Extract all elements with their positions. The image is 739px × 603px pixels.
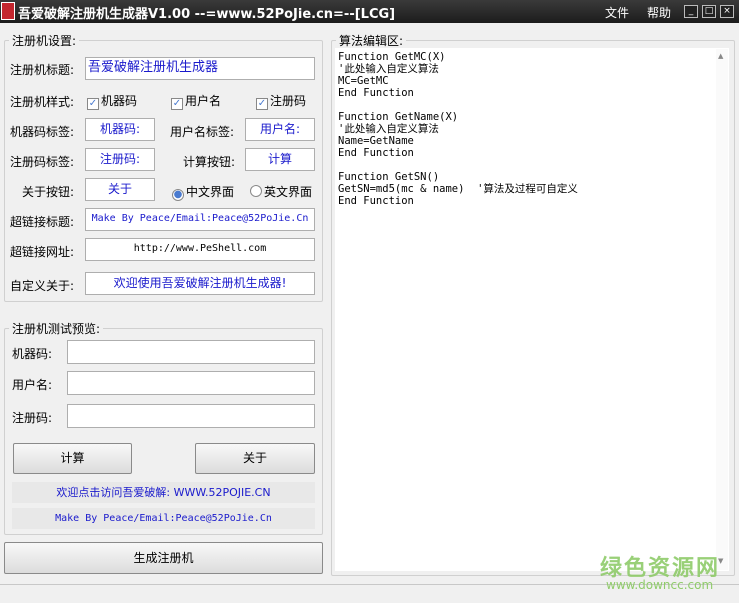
link-url-input[interactable]: http://www.PeShell.com (85, 238, 315, 261)
radio-icon (250, 185, 262, 197)
maximize-button[interactable]: □ (702, 5, 716, 18)
name-tag-label: 用户名标签: (170, 125, 235, 139)
app-icon (1, 2, 15, 20)
preview-mc-input[interactable] (67, 340, 315, 364)
preview-legend: 注册机测试预览: (9, 320, 104, 337)
checkbox-serial[interactable]: ✓ 注册码 (256, 92, 306, 110)
preview-link[interactable]: 欢迎点击访问吾爱破解: WWW.52POJIE.CN (12, 482, 315, 503)
checkbox-username[interactable]: ✓ 用户名 (171, 92, 221, 110)
radio-label: 英文界面 (264, 185, 313, 199)
radio-label: 中文界面 (186, 185, 235, 199)
checkbox-label: 注册码 (270, 94, 307, 108)
about-custom-input[interactable]: 欢迎使用吾爱破解注册机生成器! (85, 272, 315, 295)
close-button[interactable]: × (720, 5, 734, 18)
preview-name-input[interactable] (67, 371, 315, 395)
preview-calc-button[interactable]: 计算 (13, 443, 132, 474)
checkbox-label: 用户名 (185, 94, 222, 108)
link-url-label: 超链接网址: (10, 245, 75, 259)
about-button-text-input[interactable]: 关于 (85, 178, 155, 201)
menu-help[interactable]: 帮助 (647, 4, 671, 21)
checkbox-machine-code[interactable]: ✓ 机器码 (87, 92, 137, 110)
about-custom-label: 自定义关于: (10, 279, 75, 293)
editor-legend: 算法编辑区: (336, 32, 407, 49)
sn-tag-label: 注册码标签: (10, 155, 75, 169)
title-input[interactable]: 吾爱破解注册机生成器 (85, 57, 315, 80)
radio-selected-icon: ● (172, 189, 184, 201)
code-editor[interactable]: Function GetMC(X) '此处输入自定义算法 MC=GetMC En… (335, 48, 729, 571)
checkbox-label: 机器码 (101, 94, 138, 108)
name-tag-input[interactable]: 用户名: (245, 118, 315, 141)
window-title: 吾爱破解注册机生成器V1.00 --=www.52PoJie.cn=--[LCG… (18, 7, 396, 22)
preview-credit: Make By Peace/Email:Peace@52PoJie.Cn (12, 508, 315, 529)
calc-button-text-input[interactable]: 计算 (245, 148, 315, 171)
sn-tag-input[interactable]: 注册码: (85, 148, 155, 171)
scroll-up-icon[interactable]: ▲ (718, 52, 723, 60)
link-title-label: 超链接标题: (10, 215, 75, 229)
link-title-input[interactable]: Make By Peace/Email:Peace@52PoJie.Cn (85, 208, 315, 231)
check-icon: ✓ (171, 98, 183, 110)
mc-tag-input[interactable]: 机器码: (85, 118, 155, 141)
mc-tag-label: 机器码标签: (10, 125, 75, 139)
title-bar: 吾爱破解注册机生成器V1.00 --=www.52PoJie.cn=--[LCG… (0, 0, 739, 23)
style-label: 注册机样式: (10, 95, 75, 109)
preview-sn-input[interactable] (67, 404, 315, 428)
radio-chinese-ui[interactable]: ● 中文界面 (172, 183, 234, 201)
editor-scrollbar[interactable]: ▲ ▼ (716, 49, 728, 570)
generate-button[interactable]: 生成注册机 (4, 542, 323, 574)
check-icon: ✓ (256, 98, 268, 110)
preview-about-button[interactable]: 关于 (195, 443, 315, 474)
preview-mc-label: 机器码: (12, 347, 53, 361)
minimize-button[interactable]: _ (684, 5, 698, 18)
menu-file[interactable]: 文件 (605, 4, 629, 21)
preview-name-label: 用户名: (12, 378, 53, 392)
radio-english-ui[interactable]: 英文界面 (250, 183, 312, 200)
calc-button-label: 计算按钮: (183, 155, 236, 169)
preview-sn-label: 注册码: (12, 411, 53, 425)
check-icon: ✓ (87, 98, 99, 110)
watermark-url: www.downcc.com (606, 578, 714, 592)
settings-legend: 注册机设置: (9, 32, 80, 49)
about-button-label: 关于按钮: (22, 185, 75, 199)
title-label: 注册机标题: (10, 63, 75, 77)
